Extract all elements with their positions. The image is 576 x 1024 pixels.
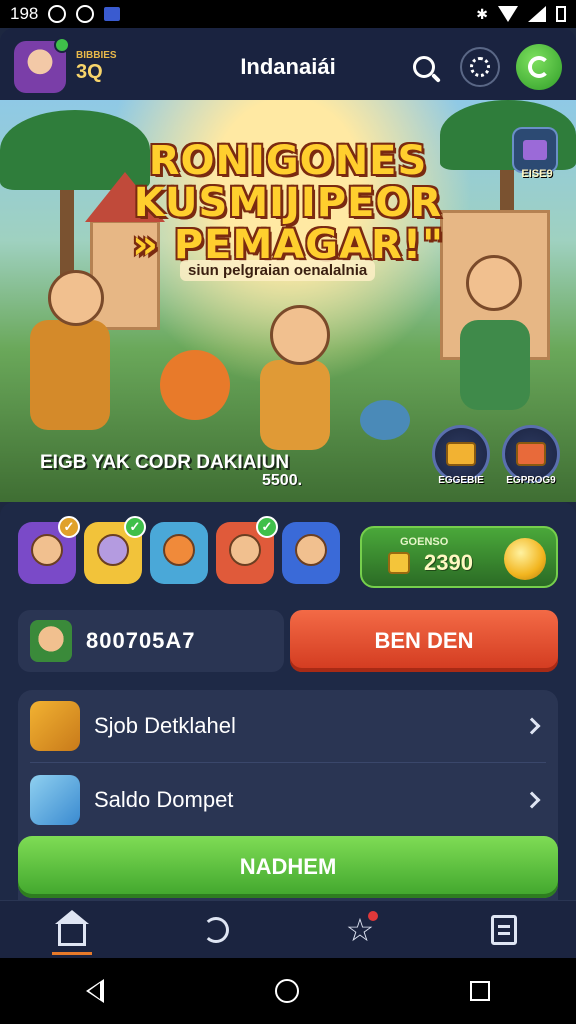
cowboy-head xyxy=(48,270,104,326)
coin-amount: 2390 xyxy=(424,550,473,575)
status-time: 198 xyxy=(10,4,39,23)
gold-coin-icon xyxy=(504,538,546,580)
online-badge-icon xyxy=(54,37,70,53)
battery-icon xyxy=(556,6,566,22)
check-icon: ✓ xyxy=(256,516,278,538)
spinner-icon xyxy=(470,57,490,77)
home-circle-icon[interactable] xyxy=(274,979,299,1003)
menu-item-label: Sjob Detklahel xyxy=(94,713,236,738)
character-tile[interactable] xyxy=(150,522,208,584)
home-icon xyxy=(55,909,89,946)
character-tile[interactable]: ✓ xyxy=(84,516,146,584)
player-id: 800705A7 xyxy=(86,628,196,653)
small-character xyxy=(360,400,410,440)
cowboy-character xyxy=(30,320,110,430)
boy-head xyxy=(466,255,522,311)
chest-label-left: EGGEBIE xyxy=(438,475,484,486)
hero-head xyxy=(270,305,330,365)
divider xyxy=(30,762,546,763)
boy-character xyxy=(460,320,530,410)
system-navigation xyxy=(0,958,576,1024)
nav-documents[interactable] xyxy=(474,905,534,955)
user-small-label: BIBBIES xyxy=(76,50,117,61)
menu-item-wallet[interactable]: Saldo Dompet xyxy=(18,764,558,836)
coin-icon xyxy=(388,552,410,574)
nav-home[interactable] xyxy=(42,905,102,955)
refresh-icon xyxy=(528,56,550,78)
refresh-button[interactable] xyxy=(516,44,562,90)
search-icon xyxy=(413,56,435,78)
app-notification-icon xyxy=(76,5,95,23)
nav-rewards[interactable]: ☆ xyxy=(330,905,390,955)
character-face-icon xyxy=(229,534,261,566)
bottom-navigation: ☆ xyxy=(0,900,576,958)
gift-badge-label: EISE9 xyxy=(521,168,553,180)
gift-icon xyxy=(523,140,547,160)
history-icon xyxy=(203,916,229,943)
character-icon xyxy=(30,701,80,751)
search-button[interactable] xyxy=(404,47,444,87)
primary-button[interactable]: NADHEM xyxy=(18,836,558,898)
check-icon: ✓ xyxy=(58,516,80,538)
back-icon[interactable] xyxy=(85,979,104,1003)
gift-badge[interactable] xyxy=(512,127,558,173)
chevron-right-icon xyxy=(523,791,541,809)
character-face-icon xyxy=(295,534,327,566)
player-id-box[interactable]: 800705A7 xyxy=(18,610,284,672)
notification-dot xyxy=(368,910,378,921)
character-tile[interactable]: ✓ xyxy=(18,516,80,584)
coin-label: GOENSO xyxy=(400,536,449,548)
wifi-icon xyxy=(498,6,518,22)
user-level: 3Q xyxy=(76,61,103,83)
loading-button[interactable] xyxy=(460,47,500,87)
app-header: BIBBIES 3Q Indanaiái xyxy=(0,28,576,106)
banner-caption: EIGB YAK CODR DAKIAIUN xyxy=(40,452,290,473)
bluetooth-icon: ✱ xyxy=(476,5,488,22)
coin-balance-card[interactable]: GOENSO 2390 xyxy=(360,526,558,588)
active-indicator xyxy=(52,951,92,955)
document-icon xyxy=(491,914,517,945)
character-tile[interactable] xyxy=(282,522,340,584)
banner-amount: 5500. xyxy=(262,472,303,489)
promo-headline: RONIGONES KUSMIJIPEOR » PEMAGAR!" xyxy=(0,140,576,266)
image-notification-icon xyxy=(104,7,121,21)
signal-icon xyxy=(528,6,546,22)
menu-item-detail[interactable]: Sjob Detklahel xyxy=(18,690,558,762)
chevron-right-icon xyxy=(523,717,541,735)
character-face-icon xyxy=(31,534,63,566)
recent-apps-icon[interactable] xyxy=(470,981,491,1001)
character-face-icon xyxy=(163,534,195,566)
character-face-icon xyxy=(97,534,129,566)
action-button[interactable]: BEN DEN xyxy=(290,610,558,672)
promo-line-2: KUSMIJIPEOR xyxy=(133,180,443,226)
fox-character xyxy=(160,350,230,420)
cake-icon xyxy=(516,442,546,466)
promo-subtitle: siun pelgraian oenalalnia xyxy=(180,260,376,281)
nav-history[interactable] xyxy=(186,905,246,955)
status-bar: 198 ✱ xyxy=(0,0,576,28)
app-screen: 198 ✱ BIBBIES 3Q Indanaiái RONIGONES KUS… xyxy=(0,0,576,1024)
app-title: Indanaiái xyxy=(240,54,336,79)
chest-label-right: EGPROG9 xyxy=(506,475,556,486)
sync-icon xyxy=(48,5,67,23)
menu-item-label: Saldo Dompet xyxy=(94,787,234,812)
promo-banner[interactable]: RONIGONES KUSMIJIPEOR » PEMAGAR!" siun p… xyxy=(0,100,576,502)
wallet-character-icon xyxy=(30,775,80,825)
promo-line-1: RONIGONES xyxy=(148,138,428,184)
user-level-block: BIBBIES 3Q xyxy=(76,50,117,84)
character-selector: ✓ ✓ ✓ xyxy=(18,516,340,584)
chest-icon xyxy=(446,442,476,466)
hero-character xyxy=(260,360,330,450)
player-avatar-icon xyxy=(30,620,72,662)
check-icon: ✓ xyxy=(124,516,146,538)
character-tile[interactable]: ✓ xyxy=(216,516,278,584)
profile-avatar[interactable] xyxy=(14,37,70,93)
